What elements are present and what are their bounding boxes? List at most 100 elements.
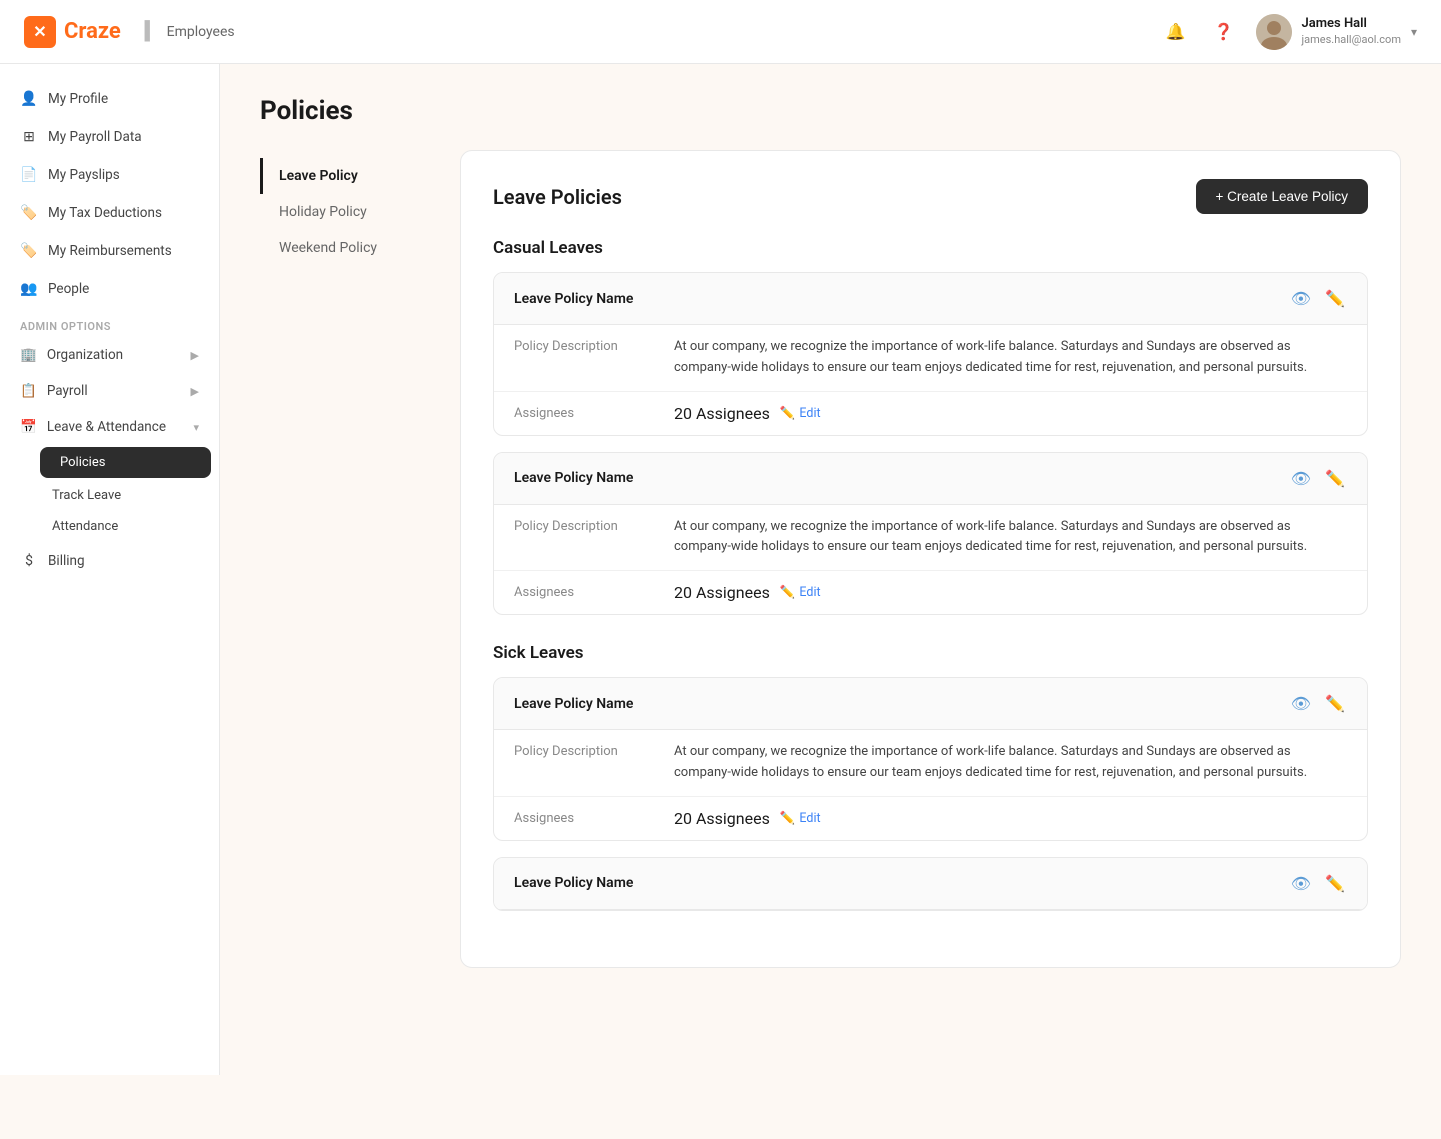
sidebar-item-leave-attendance[interactable]: 📅 Leave & Attendance ▾ xyxy=(0,409,219,445)
assignees-count-casual-1: 20 Assignees xyxy=(674,404,770,423)
admin-section-label: ADMIN OPTIONS xyxy=(0,308,219,337)
billing-icon: $ xyxy=(20,552,38,570)
subnav-weekend-policy[interactable]: Weekend Policy xyxy=(260,230,460,266)
assignees-value-row-casual-1: 20 Assignees ✏️ Edit xyxy=(674,404,821,423)
description-value-sick-1: At our company, we recognize the importa… xyxy=(674,742,1347,784)
logo-text: Craze xyxy=(64,19,121,44)
payroll-icon: 📋 xyxy=(20,383,37,399)
policy-name-casual-1: Leave Policy Name xyxy=(514,291,633,307)
edit-icon-casual-2[interactable]: ✏️ xyxy=(1323,467,1347,490)
policy-assignees-row-sick-1: Assignees 20 Assignees ✏️ Edit xyxy=(494,797,1367,840)
user-info: James Hall james.hall@aol.com xyxy=(1302,16,1401,47)
main-content: Policies Leave Policy Holiday Policy Wee… xyxy=(220,64,1441,1075)
edit-icon-casual-1[interactable]: ✏️ xyxy=(1323,287,1347,310)
casual-leaves-section: Casual Leaves Leave Policy Name 👁 ✏️ Pol… xyxy=(493,238,1368,615)
sidebar-item-my-payslips[interactable]: 📄 My Payslips xyxy=(0,156,219,194)
subnav-holiday-policy[interactable]: Holiday Policy xyxy=(260,194,460,230)
payroll-arrow-icon: ▶ xyxy=(191,385,199,398)
policy-actions-sick-1: 👁 ✏️ xyxy=(1289,692,1347,715)
assignees-edit-link-casual-1[interactable]: ✏️ Edit xyxy=(780,406,821,421)
logo-icon: ✕ xyxy=(24,16,56,48)
sidebar-item-track-leave[interactable]: Track Leave xyxy=(32,480,219,511)
sick-leaves-title: Sick Leaves xyxy=(493,643,1368,663)
description-label-sick-1: Policy Description xyxy=(514,742,674,784)
assignees-value-row-casual-2: 20 Assignees ✏️ Edit xyxy=(674,583,821,602)
policy-card-header-sick-1: Leave Policy Name 👁 ✏️ xyxy=(494,678,1367,730)
sidebar-item-my-reimbursements[interactable]: 🏷️ My Reimbursements xyxy=(0,232,219,270)
help-button[interactable]: ❓ xyxy=(1208,16,1240,48)
view-icon-casual-1[interactable]: 👁 xyxy=(1289,287,1313,310)
assignees-count-casual-2: 20 Assignees xyxy=(674,583,770,602)
organization-icon: 🏢 xyxy=(20,347,37,363)
description-value-casual-1: At our company, we recognize the importa… xyxy=(674,337,1347,379)
sidebar-item-billing[interactable]: $ Billing xyxy=(0,542,219,580)
policy-card-casual-1: Leave Policy Name 👁 ✏️ Policy Descriptio… xyxy=(493,272,1368,436)
people-icon: 👥 xyxy=(20,280,38,298)
payroll-data-icon: ⊞ xyxy=(20,128,38,146)
leave-attendance-icon: 📅 xyxy=(20,419,37,435)
assignees-label-casual-2: Assignees xyxy=(514,583,674,602)
description-label-casual-1: Policy Description xyxy=(514,337,674,379)
user-email: james.hall@aol.com xyxy=(1302,33,1401,47)
policy-card-header-casual-1: Leave Policy Name 👁 ✏️ xyxy=(494,273,1367,325)
sidebar-item-my-payroll-data[interactable]: ⊞ My Payroll Data xyxy=(0,118,219,156)
policy-card-header-sick-2: Leave Policy Name 👁 ✏️ xyxy=(494,858,1367,910)
sidebar-item-my-tax-deductions[interactable]: 🏷️ My Tax Deductions xyxy=(0,194,219,232)
user-name: James Hall xyxy=(1302,16,1401,33)
edit-icon-sick-2[interactable]: ✏️ xyxy=(1323,872,1347,895)
assignees-edit-link-sick-1[interactable]: ✏️ Edit xyxy=(780,811,821,826)
subnav-leave-policy[interactable]: Leave Policy xyxy=(260,158,460,194)
view-icon-sick-1[interactable]: 👁 xyxy=(1289,692,1313,715)
policy-actions-casual-1: 👁 ✏️ xyxy=(1289,287,1347,310)
sidebar-item-organization[interactable]: 🏢 Organization ▶ xyxy=(0,337,219,373)
policy-description-row-casual-1: Policy Description At our company, we re… xyxy=(494,325,1367,392)
sidebar: 👤 My Profile ⊞ My Payroll Data 📄 My Pays… xyxy=(0,64,220,1075)
sidebar-item-my-profile[interactable]: 👤 My Profile xyxy=(0,80,219,118)
header-section: ▍ Employees xyxy=(145,21,235,42)
policies-panel: Leave Policies + Create Leave Policy Cas… xyxy=(460,150,1401,968)
tax-icon: 🏷️ xyxy=(20,204,38,222)
avatar xyxy=(1256,14,1292,50)
create-leave-policy-button[interactable]: + Create Leave Policy xyxy=(1196,179,1368,214)
payslips-icon: 📄 xyxy=(20,166,38,184)
user-dropdown-icon: ▾ xyxy=(1411,25,1417,39)
description-label-casual-2: Policy Description xyxy=(514,517,674,559)
assignees-label-sick-1: Assignees xyxy=(514,809,674,828)
sidebar-item-attendance[interactable]: Attendance xyxy=(32,511,219,542)
policy-name-sick-2: Leave Policy Name xyxy=(514,875,633,891)
policy-card-sick-1: Leave Policy Name 👁 ✏️ Policy Descriptio… xyxy=(493,677,1368,841)
policy-card-casual-2: Leave Policy Name 👁 ✏️ Policy Descriptio… xyxy=(493,452,1368,616)
sidebar-item-policies[interactable]: Policies xyxy=(40,447,211,478)
policy-name-sick-1: Leave Policy Name xyxy=(514,696,633,712)
sick-leaves-section: Sick Leaves Leave Policy Name 👁 ✏️ Polic… xyxy=(493,643,1368,911)
policy-assignees-row-casual-2: Assignees 20 Assignees ✏️ Edit xyxy=(494,571,1367,614)
view-icon-sick-2[interactable]: 👁 xyxy=(1289,872,1313,895)
policy-assignees-row-casual-1: Assignees 20 Assignees ✏️ Edit xyxy=(494,392,1367,435)
sidebar-item-people[interactable]: 👥 People xyxy=(0,270,219,308)
leave-sub-nav: Policies Track Leave Attendance xyxy=(0,447,219,542)
policy-card-header-casual-2: Leave Policy Name 👁 ✏️ xyxy=(494,453,1367,505)
policies-header: Leave Policies + Create Leave Policy xyxy=(493,179,1368,214)
sidebar-item-payroll[interactable]: 📋 Payroll ▶ xyxy=(0,373,219,409)
organization-arrow-icon: ▶ xyxy=(191,349,199,362)
profile-icon: 👤 xyxy=(20,90,38,108)
assignees-value-row-sick-1: 20 Assignees ✏️ Edit xyxy=(674,809,821,828)
edit-icon-sick-1[interactable]: ✏️ xyxy=(1323,692,1347,715)
policy-description-row-casual-2: Policy Description At our company, we re… xyxy=(494,505,1367,572)
description-value-casual-2: At our company, we recognize the importa… xyxy=(674,517,1347,559)
assignees-edit-link-casual-2[interactable]: ✏️ Edit xyxy=(780,585,821,600)
page-title: Policies xyxy=(260,96,1401,126)
policy-name-casual-2: Leave Policy Name xyxy=(514,470,633,486)
casual-leaves-title: Casual Leaves xyxy=(493,238,1368,258)
policy-actions-sick-2: 👁 ✏️ xyxy=(1289,872,1347,895)
policy-actions-casual-2: 👁 ✏️ xyxy=(1289,467,1347,490)
logo[interactable]: ✕ Craze xyxy=(24,16,121,48)
header-section-label: Employees xyxy=(167,24,235,40)
notifications-button[interactable]: 🔔 xyxy=(1160,16,1192,48)
user-menu[interactable]: James Hall james.hall@aol.com ▾ xyxy=(1256,14,1417,50)
policies-panel-title: Leave Policies xyxy=(493,185,622,209)
view-icon-casual-2[interactable]: 👁 xyxy=(1289,467,1313,490)
policy-card-sick-2: Leave Policy Name 👁 ✏️ xyxy=(493,857,1368,911)
leave-attendance-arrow-icon: ▾ xyxy=(193,421,199,434)
content-area: Leave Policy Holiday Policy Weekend Poli… xyxy=(260,150,1401,968)
